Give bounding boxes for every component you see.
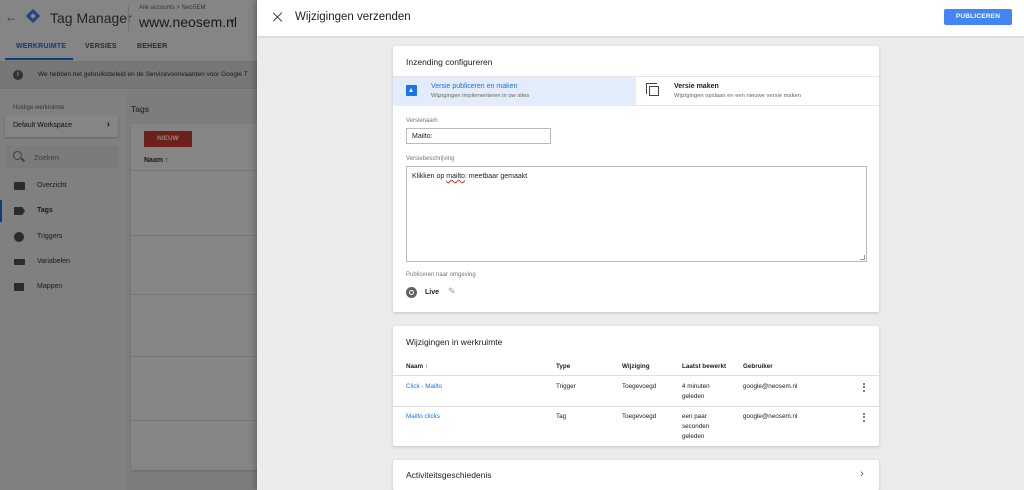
version-copy-icon: [646, 83, 659, 96]
environment-value: Live: [425, 289, 440, 296]
change-name-link[interactable]: Click - Mailto: [406, 382, 442, 392]
submit-changes-panel: Wijzigingen verzenden PUBLICEREN Inzendi…: [257, 0, 1024, 490]
version-name-input[interactable]: [406, 128, 551, 144]
resize-handle[interactable]: [860, 255, 865, 260]
card-title: Activiteitsgeschiedenis: [406, 470, 492, 480]
change-edited: seconden: [682, 423, 710, 430]
option-publish-and-create[interactable]: Versie publiceren en maken Wijzigingen i…: [393, 77, 636, 106]
column-header-name[interactable]: Naam ↑: [406, 363, 428, 370]
publish-icon: [406, 85, 417, 96]
version-description-input[interactable]: Klikken op mailto: meetbaar gemaakt: [406, 166, 867, 262]
workspace-changes-card: Wijzigingen in werkruimte Naam ↑ Type Wi…: [393, 326, 879, 446]
option-subtitle: Wijzigingen opslaan en een nieuwe versie…: [674, 93, 801, 99]
option-create-version[interactable]: Versie maken Wijzigingen opslaan en een …: [636, 77, 879, 106]
column-header-last-edited: Laatst bewerkt: [682, 363, 727, 370]
publish-button[interactable]: PUBLICEREN: [944, 9, 1012, 25]
card-title: Inzending configureren: [406, 57, 493, 67]
change-edited: een paar: [682, 413, 707, 420]
change-type: Trigger: [556, 383, 576, 390]
description-text: Klikken op mailto: meetbaar gemaakt: [412, 173, 528, 180]
version-description-label: Versiebeschrijving: [406, 156, 455, 162]
panel-title: Wijzigingen verzenden: [295, 11, 411, 23]
change-action: Toegevoegd: [622, 383, 657, 390]
option-title: Versie maken: [674, 83, 719, 90]
submission-type-options: Versie publiceren en maken Wijzigingen i…: [393, 76, 879, 106]
column-header-type: Type: [556, 363, 571, 370]
option-subtitle: Wijzigingen implementeren in uw sites: [431, 93, 530, 99]
change-type: Tag: [556, 413, 567, 420]
option-title: Versie publiceren en maken: [431, 83, 518, 90]
change-edited: geleden: [682, 393, 705, 400]
change-name-link[interactable]: Mailto clicks: [406, 412, 440, 422]
modal-scrim[interactable]: [0, 0, 260, 490]
more-vert-icon[interactable]: [863, 413, 866, 424]
change-edited: geleden: [682, 433, 705, 440]
column-header-change: Wijziging: [622, 363, 650, 370]
column-header-user: Gebruiker: [743, 363, 773, 370]
environment-icon: [406, 287, 417, 298]
row-divider: [393, 375, 879, 376]
submission-config-card: Inzending configureren Versie publiceren…: [393, 46, 879, 312]
panel-header: Wijzigingen verzenden PUBLICEREN: [257, 0, 1024, 36]
change-user: google@neosem.nl: [743, 413, 798, 420]
chevron-right-icon[interactable]: ›: [860, 468, 864, 480]
close-icon[interactable]: [271, 10, 285, 24]
more-vert-icon[interactable]: [863, 383, 866, 394]
change-user: google@neosem.nl: [743, 383, 798, 390]
edit-pencil-icon[interactable]: ✎: [448, 286, 456, 297]
change-action: Toegevoegd: [622, 413, 657, 420]
version-name-label: Versienaam: [406, 118, 438, 124]
environment-label: Publiceren naar omgeving: [406, 272, 476, 278]
row-divider: [393, 406, 879, 407]
change-edited: 4 minuten: [682, 383, 710, 390]
activity-history-card[interactable]: Activiteitsgeschiedenis ›: [393, 460, 879, 490]
card-title: Wijzigingen in werkruimte: [406, 337, 503, 347]
